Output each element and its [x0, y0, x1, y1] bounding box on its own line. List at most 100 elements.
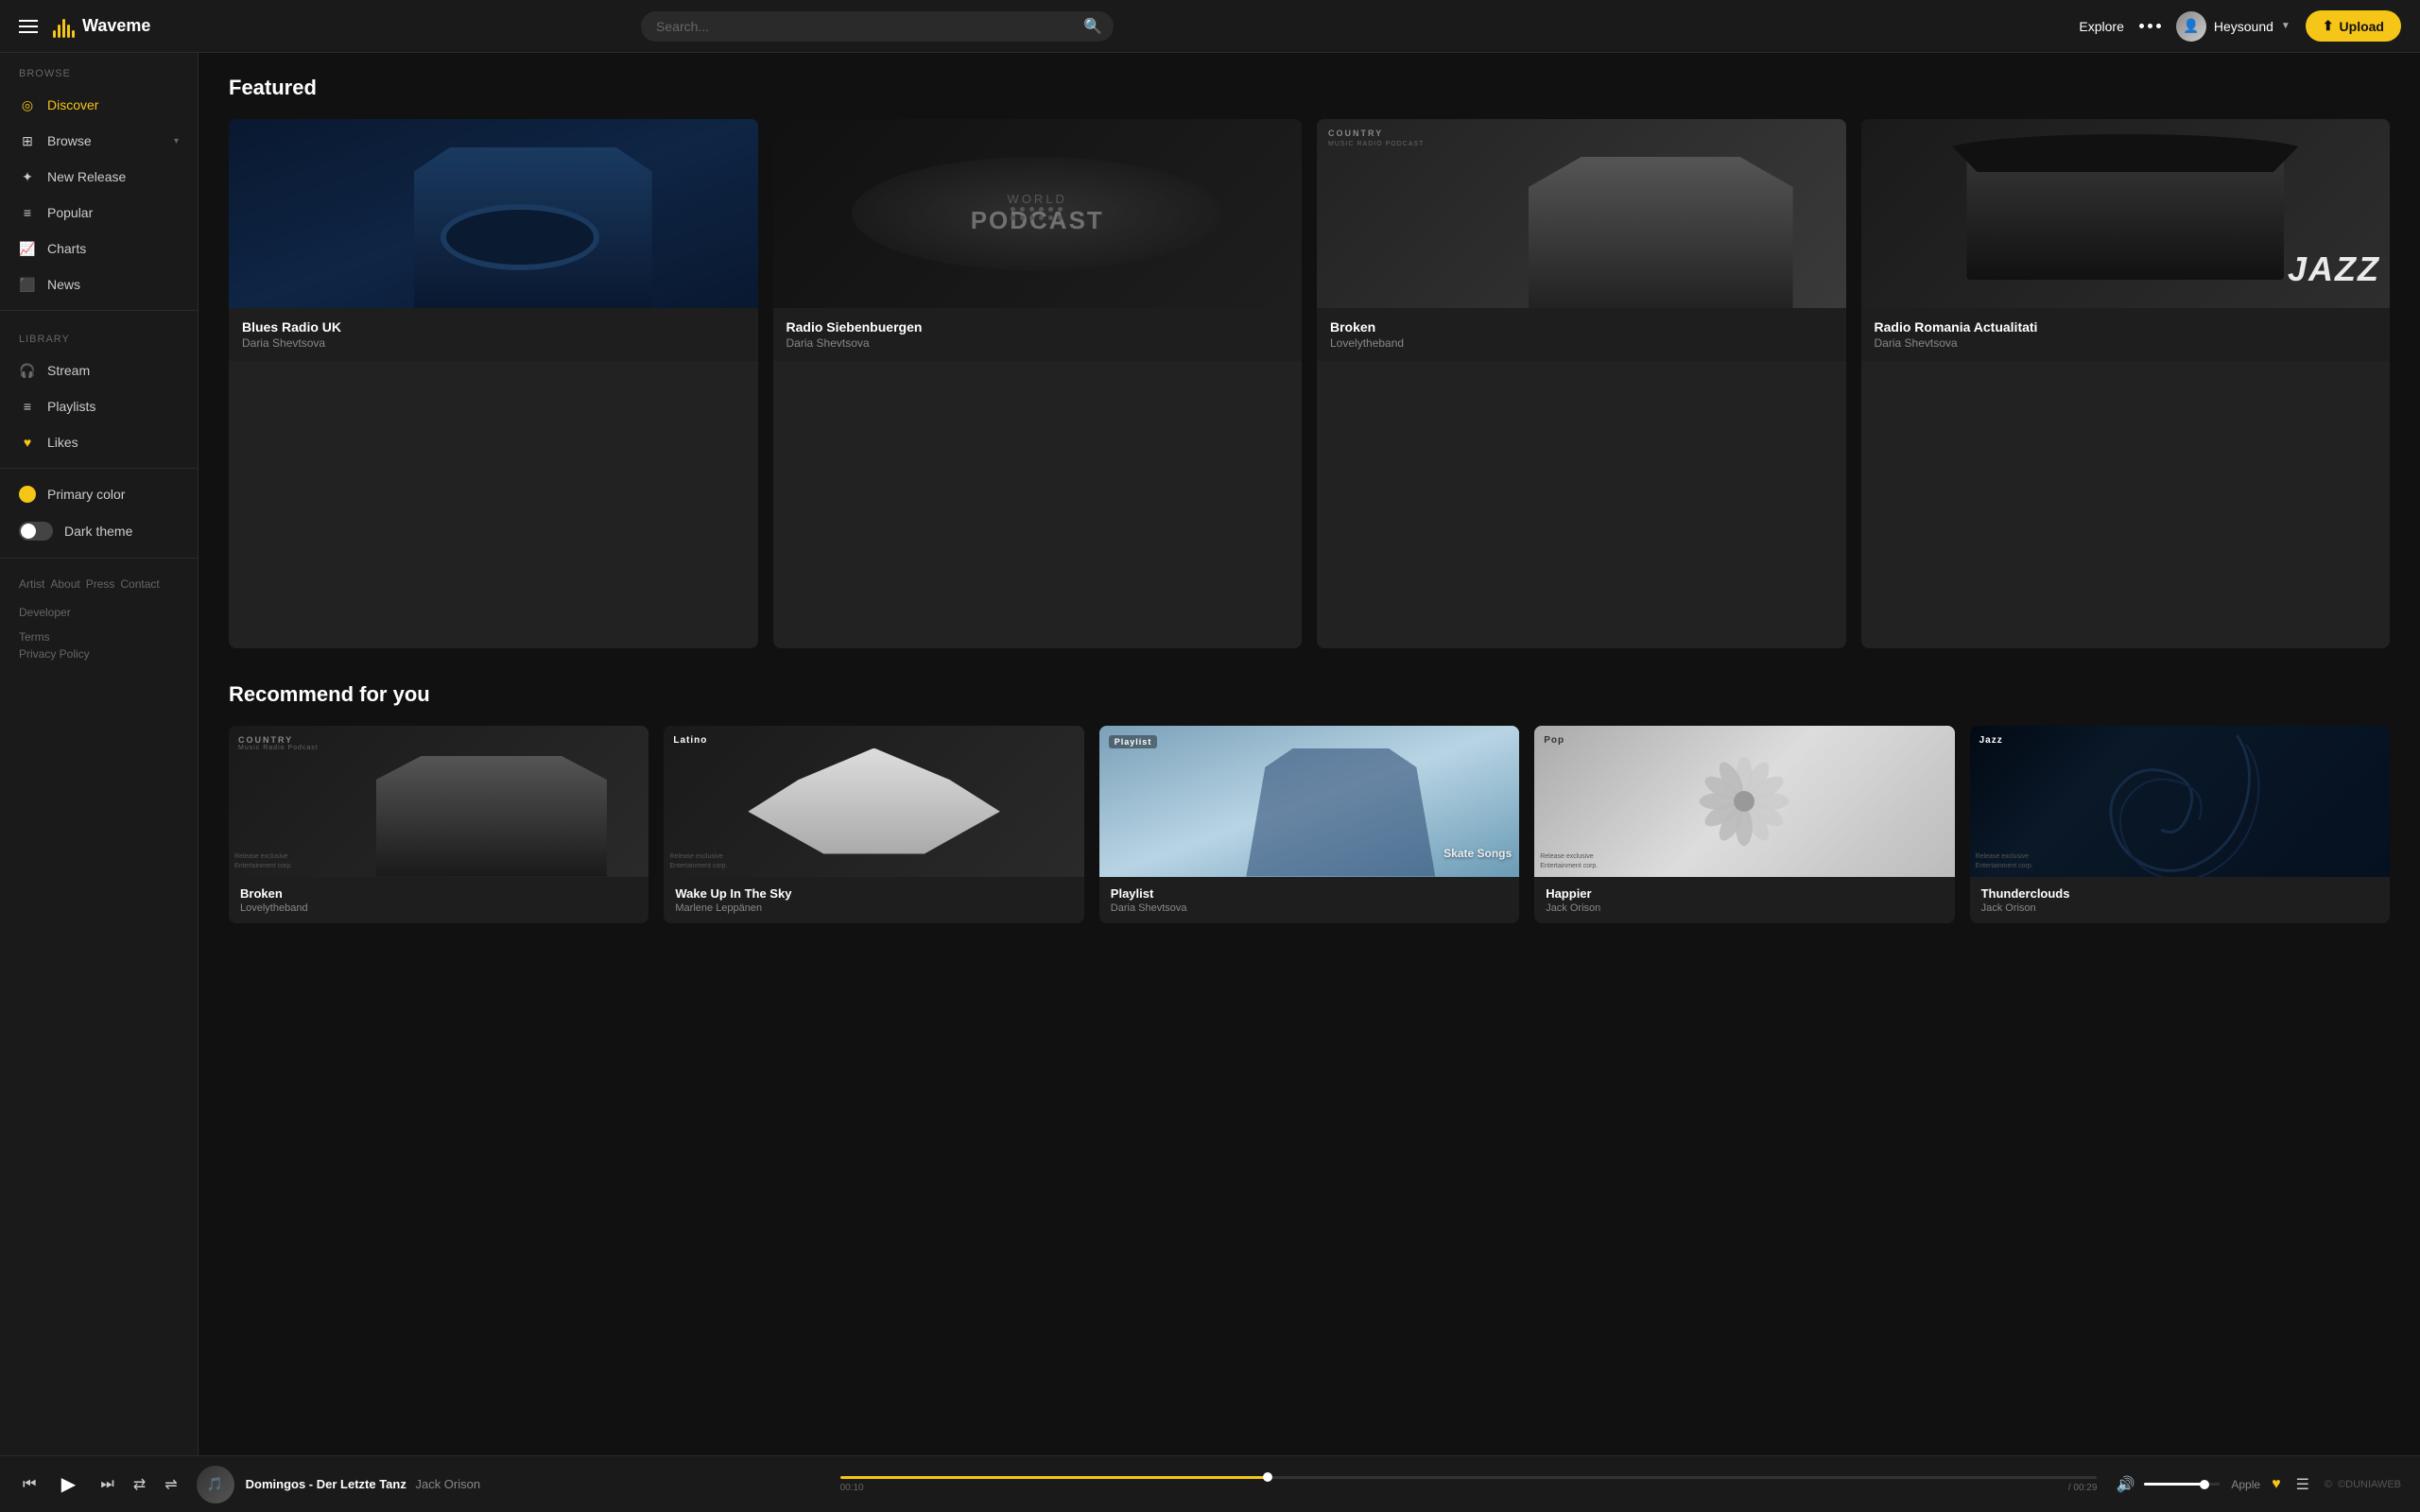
developer-link[interactable]: Developer	[0, 602, 198, 627]
compass-icon: ◎	[19, 96, 36, 113]
repeat-button[interactable]: ⇄	[130, 1471, 149, 1498]
search-button[interactable]: 🔍	[1083, 17, 1102, 36]
mic-grid	[1001, 198, 1073, 230]
chart-icon: 📈	[19, 240, 36, 257]
player-heart-icon[interactable]: ♥	[2272, 1476, 2281, 1493]
featured-card-info-jazz: Radio Romania Actualitati Daria Shevtsov…	[1861, 308, 2391, 361]
sidebar-item-new-release[interactable]: ✦ New Release	[0, 159, 198, 195]
skip-forward-button[interactable]: ⏭	[96, 1472, 117, 1497]
featured-card-image-broken: COUNTRYMusic Radio Podcast	[1317, 119, 1846, 308]
user-menu[interactable]: 👤 Heysound ▼	[2176, 11, 2290, 42]
heart-icon: ♥	[19, 434, 36, 451]
about-link[interactable]: About	[50, 577, 79, 591]
featured-card-title-blues: Blues Radio UK	[242, 319, 745, 335]
rec-card-wake-up[interactable]: Latino Release exclusiveEntertainment co…	[664, 726, 1083, 923]
player-progress-knob[interactable]	[1263, 1472, 1272, 1482]
flower-svg	[1692, 749, 1796, 853]
apple-label: Apple	[2231, 1478, 2260, 1491]
featured-card-artist-blues: Daria Shevtsova	[242, 336, 745, 350]
rec-card-title-thunderclouds: Thunderclouds	[1981, 886, 2378, 901]
featured-card-jazz[interactable]: JAZZ Radio Romania Actualitati Daria She…	[1861, 119, 2391, 648]
terms-link[interactable]: Terms	[19, 630, 179, 644]
queue-icon[interactable]: ☰	[2292, 1471, 2313, 1498]
logo[interactable]: Waveme	[53, 15, 150, 38]
dark-theme-toggle[interactable]	[19, 522, 53, 541]
privacy-link[interactable]: Privacy Policy	[19, 647, 179, 661]
featured-card-info-blues: Blues Radio UK Daria Shevtsova	[229, 308, 758, 361]
upload-button[interactable]: ⬆ Upload	[2306, 10, 2401, 42]
star-icon: ✦	[19, 168, 36, 185]
player-current-time: 00:10	[840, 1483, 864, 1493]
genre-badge-latino: Latino	[673, 735, 707, 746]
sidebar-divider-2	[0, 468, 198, 469]
volume-area: 🔊	[2112, 1471, 2220, 1498]
press-link[interactable]: Press	[86, 577, 115, 591]
app-name: Waveme	[82, 16, 150, 36]
contact-link[interactable]: Contact	[120, 577, 159, 591]
rec-card-info-thunderclouds: Thunderclouds Jack Orison	[1970, 877, 2390, 923]
primary-color-setting[interactable]: Primary color	[0, 476, 198, 512]
volume-icon[interactable]: 🔊	[2112, 1471, 2138, 1498]
headphone-icon: 🎧	[19, 362, 36, 379]
sidebar-divider-1	[0, 310, 198, 311]
featured-title: Featured	[229, 76, 2390, 100]
release-text-2: Release exclusiveEntertainment corp.	[669, 852, 727, 871]
genre-badge-jazz: Jazz	[1979, 735, 2003, 746]
news-icon: ⬛	[19, 276, 36, 293]
shuffle-button[interactable]: ⇌	[161, 1471, 181, 1498]
release-text-happier: Release exclusiveEntertainment corp.	[1540, 852, 1598, 871]
sidebar-item-popular[interactable]: ≡ Popular	[0, 195, 198, 231]
player-right: 🔊 Apple ♥ ☰ © ©DUNIAWEB	[2112, 1471, 2401, 1498]
top-navigation: Waveme 🔍 Explore 👤 Heysound ▼ ⬆ Upload	[0, 0, 2420, 53]
sidebar-item-discover[interactable]: ◎ Discover	[0, 87, 198, 123]
username: Heysound	[2214, 19, 2273, 34]
rec-card-img-happier: Pop	[1534, 726, 1954, 877]
recommend-title: Recommend for you	[229, 682, 2390, 707]
sidebar-item-stream[interactable]: 🎧 Stream	[0, 352, 198, 388]
rec-card-broken[interactable]: COUNTRY Music Radio Podcast Release excl…	[229, 726, 648, 923]
main-content: Featured Blues Radio UK Daria Shevtsova	[199, 53, 2420, 1455]
jazz-text: JAZZ	[2288, 249, 2380, 289]
rec-card-title-playlist: Playlist	[1111, 886, 1508, 901]
featured-card-blues-radio[interactable]: Blues Radio UK Daria Shevtsova	[229, 119, 758, 648]
sidebar-item-news[interactable]: ⬛ News	[0, 266, 198, 302]
volume-bar[interactable]	[2144, 1483, 2220, 1486]
rec-card-artist-happier: Jack Orison	[1546, 902, 1943, 914]
dark-theme-setting[interactable]: Dark theme	[0, 512, 198, 550]
rec-card-playlist[interactable]: Playlist Skate Songs Playlist Daria Shev…	[1099, 726, 1519, 923]
player-progress-fill	[840, 1476, 1268, 1479]
rec-card-info-happier: Happier Jack Orison	[1534, 877, 1954, 923]
logo-waves-icon	[53, 15, 75, 38]
chevron-down-icon: ▼	[2281, 21, 2290, 31]
sidebar-item-browse[interactable]: ⊞ Browse ▾	[0, 123, 198, 159]
featured-card-broken[interactable]: COUNTRYMusic Radio Podcast Broken Lovely…	[1317, 119, 1846, 648]
artist-link[interactable]: Artist	[19, 577, 44, 591]
play-button[interactable]: ▶	[51, 1468, 85, 1502]
release-text-thunder: Release exclusiveEntertainment corp.	[1976, 852, 2033, 871]
menu-toggle[interactable]	[19, 20, 38, 33]
toggle-knob	[21, 524, 36, 539]
sidebar-item-charts[interactable]: 📈 Charts	[0, 231, 198, 266]
avatar: 👤	[2176, 11, 2206, 42]
sidebar-item-playlists[interactable]: ≡ Playlists	[0, 388, 198, 424]
rec-card-img-thunderclouds: Jazz Release exclusiveEntertainment corp…	[1970, 726, 2390, 877]
featured-card-podcast[interactable]: WORLD PODCAST Radio Siebenbuergen Daria …	[773, 119, 1303, 648]
featured-card-title-broken: Broken	[1330, 319, 1833, 335]
skip-back-button[interactable]: ⏮	[19, 1472, 40, 1497]
volume-knob[interactable]	[2200, 1480, 2209, 1489]
player-progress-bar[interactable]	[840, 1476, 2098, 1479]
more-options-button[interactable]	[2139, 24, 2161, 28]
library-section-label: Library	[0, 318, 198, 352]
browse-section-label: Browse	[0, 53, 198, 87]
sidebar-item-likes[interactable]: ♥ Likes	[0, 424, 198, 460]
rec-card-thunderclouds[interactable]: Jazz Release exclusiveEntertainment corp…	[1970, 726, 2390, 923]
featured-card-image-blues	[229, 119, 758, 308]
featured-card-title-jazz: Radio Romania Actualitati	[1875, 319, 2377, 335]
explore-link[interactable]: Explore	[2079, 19, 2123, 34]
main-layout: Browse ◎ Discover ⊞ Browse ▾ ✦ New Relea…	[0, 53, 2420, 1455]
player-track: 🎵 Domingos - Der Letzte Tanz Jack Orison	[197, 1466, 825, 1503]
search-input[interactable]	[641, 11, 1114, 42]
rec-card-img-wakeup: Latino Release exclusiveEntertainment co…	[664, 726, 1083, 877]
playlist-icon: ≡	[19, 398, 36, 415]
rec-card-happier[interactable]: Pop	[1534, 726, 1954, 923]
